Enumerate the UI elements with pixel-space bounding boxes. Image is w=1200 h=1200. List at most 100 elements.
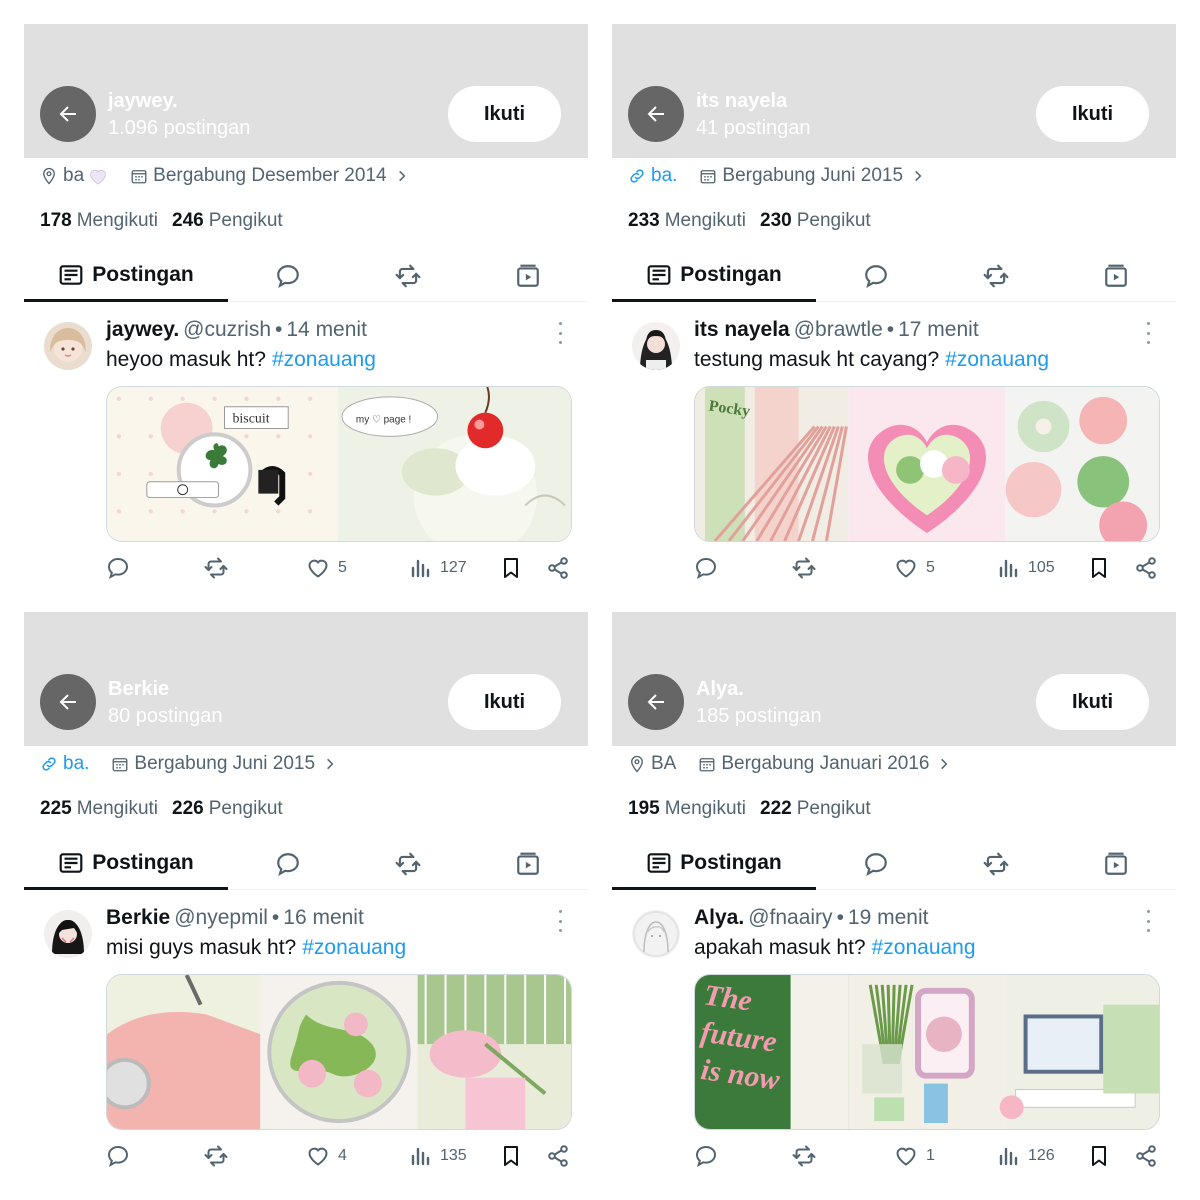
- reply-button[interactable]: [694, 1140, 718, 1172]
- followers-count[interactable]: 226 Pengikut: [172, 798, 283, 820]
- tab-replies[interactable]: [264, 250, 312, 302]
- follow-button[interactable]: Ikuti: [1036, 86, 1149, 142]
- joined-date[interactable]: Bergabung Desember 2014: [130, 165, 408, 187]
- following-count[interactable]: 225 Mengikuti: [40, 798, 158, 820]
- retweet-button[interactable]: [204, 1140, 228, 1172]
- bookmark-button[interactable]: [499, 1140, 523, 1172]
- share-button[interactable]: [546, 552, 570, 584]
- tab-retweets[interactable]: [972, 250, 1020, 302]
- back-button[interactable]: [40, 86, 96, 142]
- back-button[interactable]: [628, 674, 684, 730]
- share-button[interactable]: [546, 1140, 570, 1172]
- back-button[interactable]: [40, 674, 96, 730]
- post-text: misi guys masuk ht? #zonauang: [106, 936, 406, 960]
- header-post-count: 1.096 postingan: [108, 117, 251, 139]
- retweet-icon: [395, 851, 421, 877]
- post-timestamp[interactable]: 19 menit: [848, 906, 929, 929]
- more-vertical-icon[interactable]: [1142, 910, 1154, 932]
- media-play-icon: [515, 851, 541, 877]
- reply-button[interactable]: [694, 552, 718, 584]
- share-button[interactable]: [1134, 552, 1158, 584]
- post-author-name[interactable]: jaywey.: [106, 318, 179, 341]
- followers-count[interactable]: 230 Pengikut: [760, 210, 871, 232]
- retweet-button[interactable]: [204, 552, 228, 584]
- tab-retweets[interactable]: [384, 838, 432, 890]
- post-hashtag[interactable]: #zonauang: [872, 936, 976, 959]
- profile-website-link[interactable]: ba.: [628, 165, 677, 187]
- following-count[interactable]: 195 Mengikuti: [628, 798, 746, 820]
- tab-media[interactable]: [1092, 838, 1140, 890]
- post: Berkie @nyepmil • 16 menit misi guys masuk h…: [24, 896, 588, 1196]
- views-button[interactable]: 135: [408, 1140, 467, 1172]
- retweet-button[interactable]: [792, 1140, 816, 1172]
- profile-website-link[interactable]: ba.: [40, 753, 89, 775]
- reply-icon: [694, 1144, 718, 1168]
- follow-button[interactable]: Ikuti: [1036, 674, 1149, 730]
- post-timestamp[interactable]: 16 menit: [283, 906, 364, 929]
- like-button[interactable]: 1: [894, 1140, 935, 1172]
- followers-count[interactable]: 246 Pengikut: [172, 210, 283, 232]
- back-button[interactable]: [628, 86, 684, 142]
- post-timestamp[interactable]: 17 menit: [898, 318, 979, 341]
- tab-replies[interactable]: [852, 250, 900, 302]
- following-count[interactable]: 233 Mengikuti: [628, 210, 746, 232]
- tab-posts[interactable]: Postingan: [612, 250, 816, 302]
- tab-posts[interactable]: Postingan: [24, 250, 228, 302]
- reply-button[interactable]: [106, 1140, 130, 1172]
- following-count[interactable]: 178 Mengikuti: [40, 210, 158, 232]
- bookmark-button[interactable]: [1087, 1140, 1111, 1172]
- avatar[interactable]: [44, 910, 92, 958]
- tab-retweets[interactable]: [972, 838, 1020, 890]
- post-hashtag[interactable]: #zonauang: [272, 348, 376, 371]
- bar-chart-icon: [408, 1144, 432, 1168]
- tab-media[interactable]: [504, 250, 552, 302]
- like-button[interactable]: 4: [306, 1140, 347, 1172]
- more-vertical-icon[interactable]: [554, 322, 566, 344]
- share-button[interactable]: [1134, 1140, 1158, 1172]
- post-author-name[interactable]: Berkie: [106, 906, 170, 929]
- avatar[interactable]: [44, 322, 92, 370]
- tab-replies[interactable]: [852, 838, 900, 890]
- views-button[interactable]: 105: [996, 552, 1055, 584]
- following-label: Mengikuti: [664, 210, 747, 231]
- more-vertical-icon[interactable]: [554, 910, 566, 932]
- post-timestamp[interactable]: 14 menit: [286, 318, 367, 341]
- follow-button[interactable]: Ikuti: [448, 86, 561, 142]
- post-media[interactable]: Pocky: [694, 386, 1160, 542]
- tab-media[interactable]: [1092, 250, 1140, 302]
- post-body-text: misi guys masuk ht?: [106, 936, 297, 959]
- retweet-button[interactable]: [792, 552, 816, 584]
- joined-date[interactable]: Bergabung Januari 2016: [698, 753, 951, 775]
- avatar[interactable]: [632, 910, 680, 958]
- bookmark-button[interactable]: [499, 552, 523, 584]
- post-author-name[interactable]: its nayela: [694, 318, 790, 341]
- post-hashtag[interactable]: #zonauang: [302, 936, 406, 959]
- views-button[interactable]: 127: [408, 552, 467, 584]
- bookmark-button[interactable]: [1087, 552, 1111, 584]
- more-vertical-icon[interactable]: [1142, 322, 1154, 344]
- like-button[interactable]: 5: [306, 552, 347, 584]
- follow-button[interactable]: Ikuti: [448, 674, 561, 730]
- views-button[interactable]: 126: [996, 1140, 1055, 1172]
- post-media[interactable]: The future is now: [694, 974, 1160, 1130]
- tab-posts[interactable]: Postingan: [612, 838, 816, 890]
- tab-posts[interactable]: Postingan: [24, 838, 228, 890]
- tab-retweets[interactable]: [384, 250, 432, 302]
- followers-count[interactable]: 222 Pengikut: [760, 798, 871, 820]
- followers-label: Pengikut: [208, 210, 283, 231]
- post-media[interactable]: biscuit my ♡ page !: [106, 386, 572, 542]
- post-text: testung masuk ht cayang? #zonauang: [694, 348, 1049, 372]
- heart-icon: [894, 556, 918, 580]
- share-icon: [546, 556, 570, 580]
- joined-date[interactable]: Bergabung Juni 2015: [111, 753, 337, 775]
- post-media[interactable]: [106, 974, 572, 1130]
- tab-media[interactable]: [504, 838, 552, 890]
- arrow-left-icon: [56, 102, 80, 126]
- like-button[interactable]: 5: [894, 552, 935, 584]
- post-author-name[interactable]: Alya.: [694, 906, 744, 929]
- joined-date[interactable]: Bergabung Juni 2015: [699, 165, 925, 187]
- avatar[interactable]: [632, 322, 680, 370]
- reply-button[interactable]: [106, 552, 130, 584]
- tab-replies[interactable]: [264, 838, 312, 890]
- post-hashtag[interactable]: #zonauang: [945, 348, 1049, 371]
